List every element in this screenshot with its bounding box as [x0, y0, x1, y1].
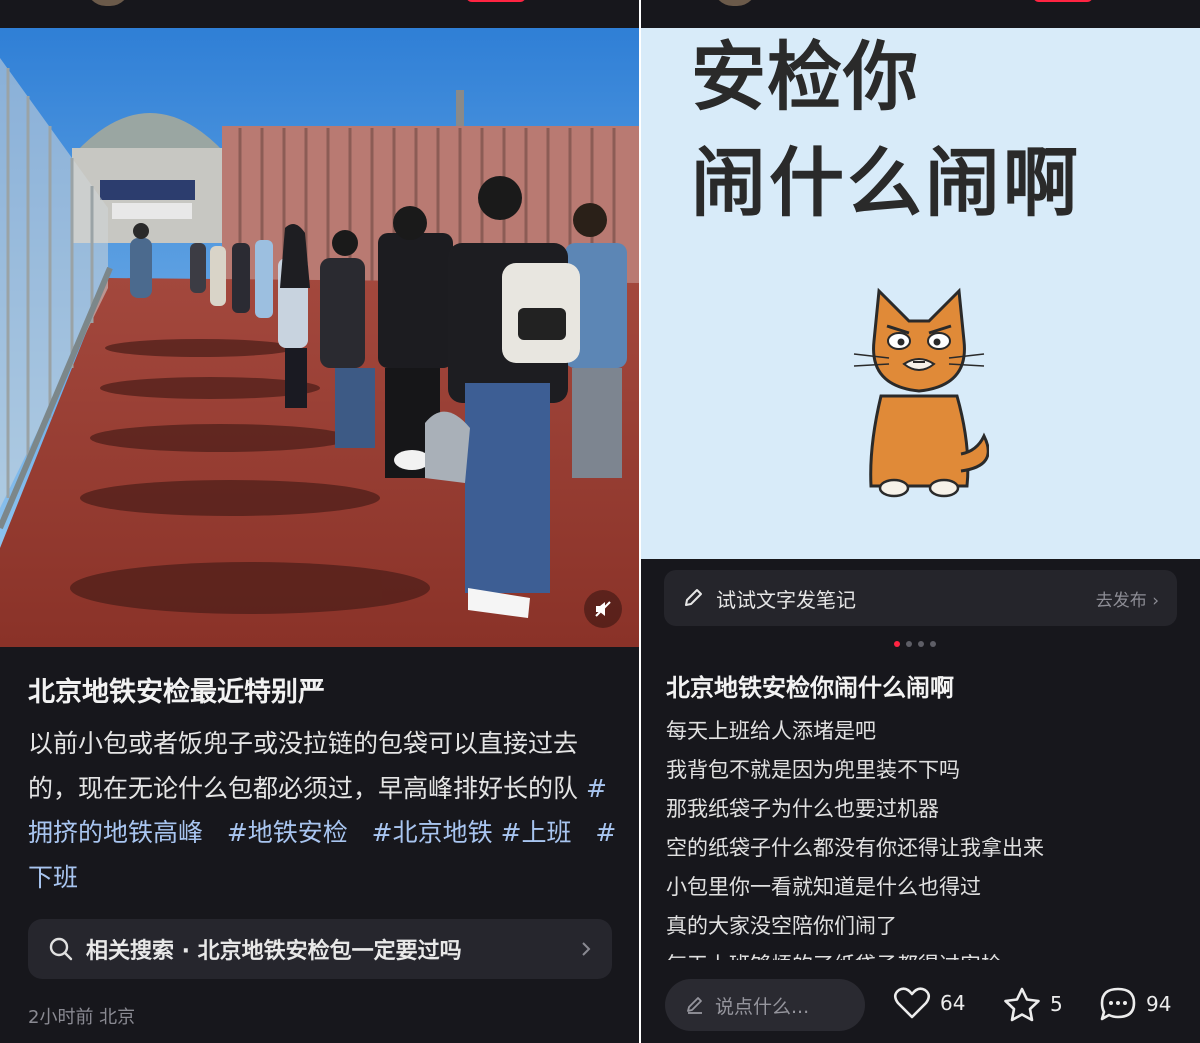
note-line: 我背包不就是因为兜里装不下吗: [666, 758, 960, 782]
note-line: 每天上班够烦的了纸袋子都得过安检: [666, 946, 1186, 960]
carousel-dot[interactable]: [930, 641, 936, 647]
comment-button[interactable]: 94: [1099, 986, 1171, 1022]
note-line: 空的纸袋子什么都没有你还得让我拿出来: [666, 836, 1044, 860]
related-search-text: 相关搜索 · 北京地铁安检包一定要过吗: [86, 939, 462, 964]
publish-link[interactable]: 去发布 ›: [1096, 586, 1159, 611]
note-line: 真的大家没空陪你们闹了: [666, 914, 897, 938]
mute-button[interactable]: [584, 590, 622, 628]
like-count: 64: [940, 991, 966, 1015]
text-note-publish-bar[interactable]: 试试文字发笔记 去发布 ›: [664, 570, 1177, 626]
carousel-dot-active[interactable]: [894, 641, 900, 647]
note-image[interactable]: 安检你 闹什么闹啊: [641, 28, 1200, 559]
publish-prompt: 试试文字发笔记: [716, 587, 856, 612]
comment-input[interactable]: 说点什么...: [665, 979, 865, 1031]
pencil-icon: [687, 997, 702, 1014]
angry-cat-illustration: [853, 287, 989, 498]
pencil-icon: [685, 589, 702, 606]
left-note-panel: 北京地铁安检最近特别严 以前小包或者饭兜子或没拉链的包袋可以直接过去的，现在无论…: [0, 0, 639, 1043]
note-line: 每天上班给人添堵是吧: [666, 719, 876, 743]
comment-placeholder: 说点什么...: [715, 995, 810, 1018]
tag-link[interactable]: #北京地铁: [372, 818, 493, 847]
subway-queue-photo: [0, 28, 639, 647]
note-title: 北京地铁安检最近特别严: [28, 677, 325, 708]
carousel-dot[interactable]: [918, 641, 924, 647]
tag-link[interactable]: #地铁安检: [227, 818, 348, 847]
heart-icon: [893, 987, 931, 1019]
follow-button[interactable]: [1033, 0, 1093, 2]
right-top-bar: [641, 0, 1200, 28]
left-top-bar: [0, 0, 639, 28]
search-icon: [49, 937, 73, 961]
author-avatar[interactable]: [713, 0, 757, 6]
carousel-dot[interactable]: [906, 641, 912, 647]
note-meta: 2小时前 北京: [28, 1007, 136, 1028]
poster-text-line1: 安检你: [691, 33, 920, 121]
note-body: 每天上班给人添堵是吧 我背包不就是因为兜里装不下吗 那我纸袋子为什么也要过机器 …: [666, 712, 1186, 960]
note-body: 以前小包或者饭兜子或没拉链的包袋可以直接过去的，现在无论什么包都必须过，早高峰排…: [28, 722, 618, 900]
engagement-bar: 说点什么... 64 5 94: [641, 960, 1200, 1043]
note-line: 小包里你一看就知道是什么也得过: [666, 875, 981, 899]
carousel-indicator: [894, 641, 936, 647]
note-line: 那我纸袋子为什么也要过机器: [666, 797, 939, 821]
note-photo[interactable]: [0, 28, 639, 647]
note-title: 北京地铁安检你闹什么闹啊: [666, 674, 954, 702]
star-icon: [1004, 987, 1040, 1022]
comment-count: 94: [1146, 992, 1172, 1016]
collect-button[interactable]: 5: [1003, 986, 1063, 1022]
related-search-bar[interactable]: 相关搜索 · 北京地铁安检包一定要过吗: [28, 919, 612, 979]
collect-count: 5: [1050, 992, 1063, 1016]
follow-button[interactable]: [466, 0, 526, 2]
note-body-text: 以前小包或者饭兜子或没拉链的包袋可以直接过去的，现在无论什么包都必须过，早高峰排…: [28, 729, 579, 803]
mute-icon: [595, 601, 611, 617]
comment-bubble-icon: [1100, 987, 1136, 1021]
poster-text-line2: 闹什么闹啊: [691, 139, 1082, 227]
author-avatar[interactable]: [86, 0, 130, 6]
like-button[interactable]: 64: [893, 986, 965, 1020]
chevron-right-icon: [582, 942, 591, 956]
right-note-panel: 安检你 闹什么闹啊 试试文字发笔记 去发布 › 北京地铁安检你闹什么闹啊 每天上…: [641, 0, 1200, 1043]
tag-link[interactable]: #上班: [501, 818, 572, 847]
